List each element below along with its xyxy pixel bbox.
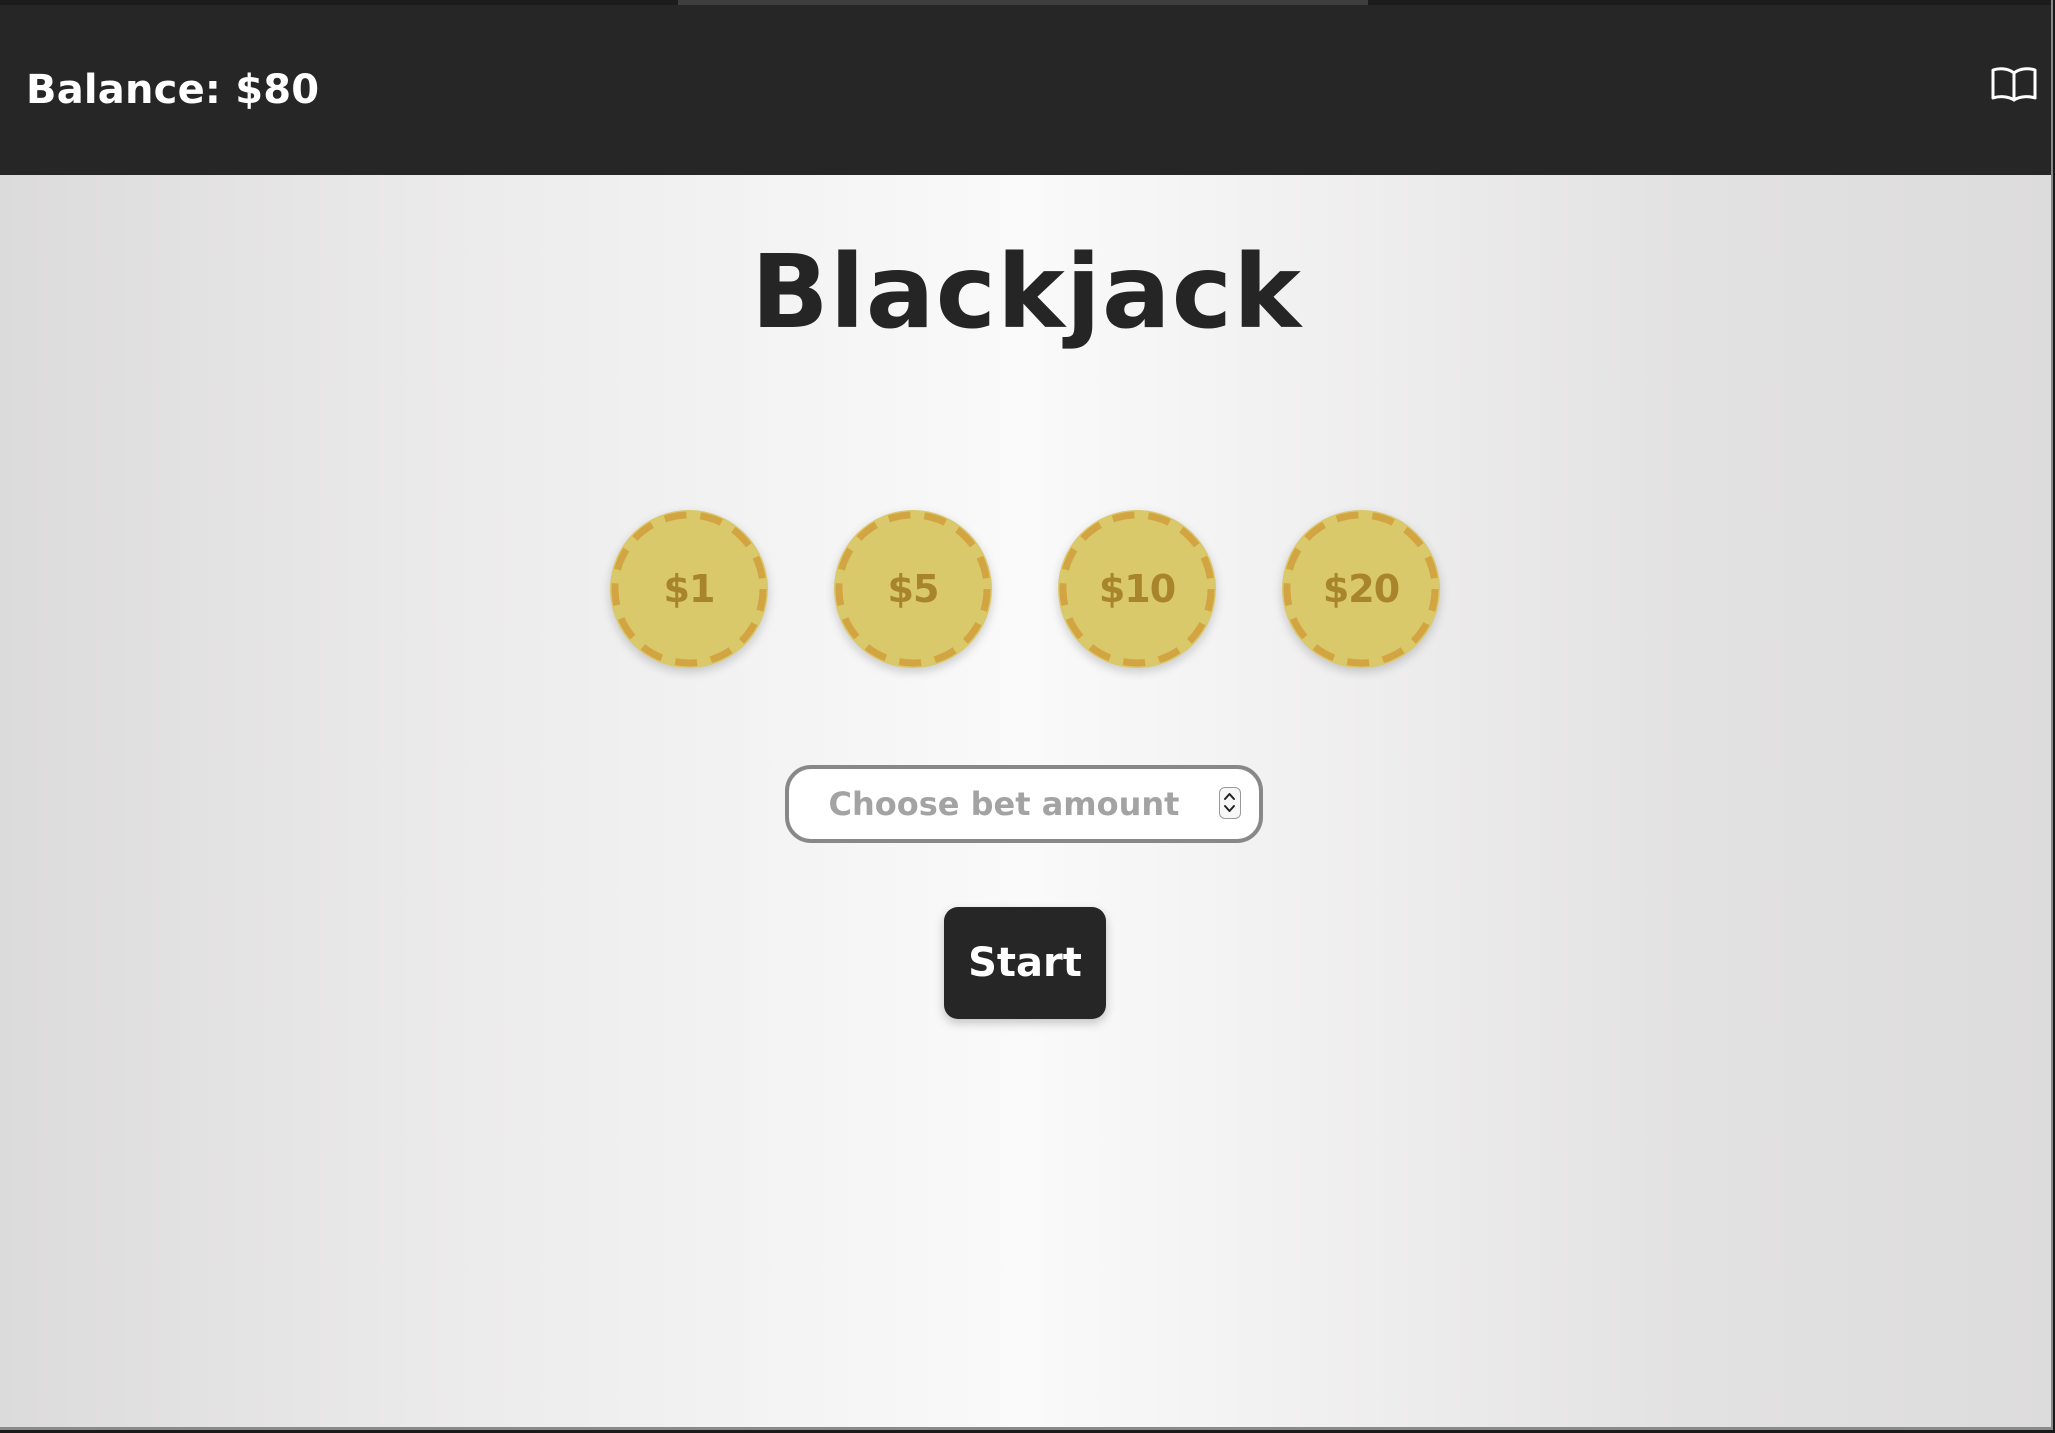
chip-5-button[interactable]: $5 [834,510,992,668]
top-edge-strip [0,0,2051,5]
balance-display: Balance: $80 [26,67,320,113]
up-down-stepper-icon[interactable] [1219,787,1241,819]
chip-row: $1 $5 $10 $20 [0,0,2051,1427]
top-bar: Balance: $80 [0,0,2051,175]
book-open-icon[interactable] [1990,65,2038,103]
app-window: Balance: $80 Blackjack $1 $5 $10 $20 Cho… [0,0,2053,1430]
bet-amount-input[interactable] [809,769,1199,839]
page-title: Blackjack [751,233,1302,352]
chip-label: $5 [887,567,940,611]
chip-label: $20 [1322,567,1400,611]
top-edge-highlight [678,0,1368,5]
chip-10-button[interactable]: $10 [1058,510,1216,668]
start-button[interactable]: Start [944,907,1106,1019]
chip-label: $1 [663,567,716,611]
chip-20-button[interactable]: $20 [1282,510,1440,668]
bet-amount-field [785,765,1263,843]
chip-label: $10 [1098,567,1176,611]
chip-1-button[interactable]: $1 [610,510,768,668]
blackjack-app: Balance: $80 Blackjack $1 $5 $10 $20 Cho… [0,0,2055,1433]
